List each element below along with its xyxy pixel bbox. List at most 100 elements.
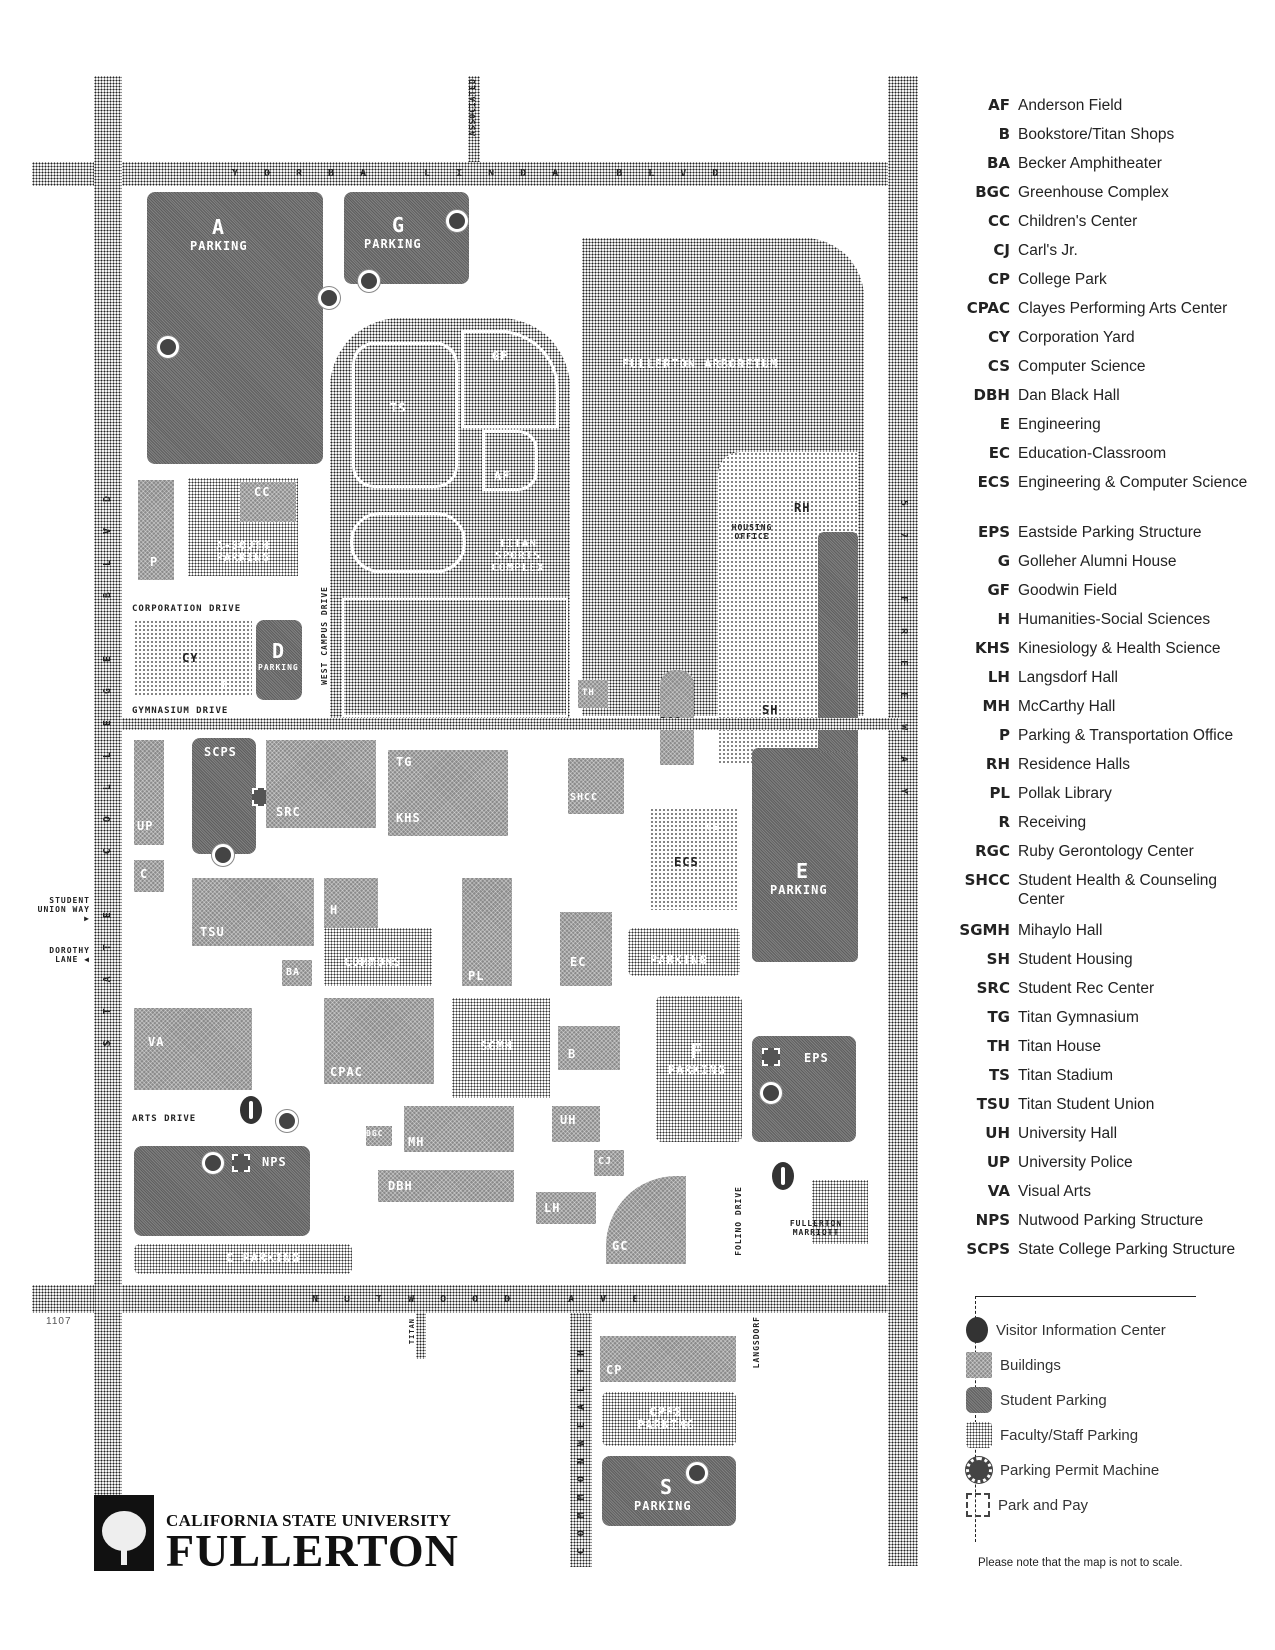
th-label: TH xyxy=(582,688,595,698)
permit-machine-icon[interactable] xyxy=(157,336,179,358)
legend-code: RH xyxy=(985,755,1010,773)
folino-drive-label: FOLINO DRIVE xyxy=(734,1186,743,1256)
key-label: Faculty/Staff Parking xyxy=(1000,1426,1139,1444)
legend-item: SH Student Housing xyxy=(900,950,1275,979)
legend-item: CY Corporation Yard xyxy=(900,328,1275,357)
dorothy-lane-label: DOROTHY LANE ◀ xyxy=(49,946,90,964)
park-and-pay-icon[interactable] xyxy=(232,1154,250,1172)
legend-item: H Humanities-Social Sciences xyxy=(900,610,1275,639)
info-icon[interactable] xyxy=(772,1162,794,1190)
legend-code: BGC xyxy=(975,183,1010,201)
tree-logo-icon xyxy=(94,1495,154,1571)
west-campus-drive-label: WEST CAMPUS DRIVE xyxy=(320,586,329,685)
park-and-pay-icon xyxy=(966,1493,990,1517)
campus-map[interactable]: YORBA LINDA BLVD NUTWOOD AVE STATE COLLE… xyxy=(0,0,918,1650)
legend-name: Student Housing xyxy=(1018,951,1133,968)
lh-label: LH xyxy=(544,1201,561,1215)
legend-name: University Police xyxy=(1018,1154,1133,1171)
legend-code: PL xyxy=(989,784,1010,802)
legend-code: SCPS xyxy=(966,1240,1010,1258)
legend-item: RH Residence Halls xyxy=(900,755,1275,784)
permit-machine-icon[interactable] xyxy=(202,1152,224,1174)
legend-item: GF Goodwin Field xyxy=(900,581,1275,610)
permit-machine-icon[interactable] xyxy=(212,844,234,866)
gf-label: GF xyxy=(492,349,509,363)
permit-machine-icon[interactable] xyxy=(446,210,468,232)
legend-code: EC xyxy=(988,444,1010,462)
sgmh-label: SGMH xyxy=(480,1039,513,1053)
legend-name: Titan Gymnasium xyxy=(1018,1009,1139,1026)
legend-item: AF Anderson Field xyxy=(900,96,1275,125)
permit-machine-icon[interactable] xyxy=(760,1082,782,1104)
legend-item: P Parking & Transportation Office xyxy=(900,726,1275,755)
af-label: AF xyxy=(494,469,511,483)
csuf-logo: CALIFORNIA STATE UNIVERSITY FULLERTON xyxy=(94,1495,459,1574)
legend-name: Receiving xyxy=(1018,814,1087,831)
legend-code: B xyxy=(998,125,1010,143)
legend-code: MH xyxy=(982,697,1010,715)
p-label: P xyxy=(150,555,159,569)
d-parking-letter: D xyxy=(272,639,286,663)
permit-machine-icon xyxy=(966,1457,992,1483)
legend-item: BGC Greenhouse Complex xyxy=(900,183,1275,212)
gymnasium-drive-label: GYMNASIUM DRIVE xyxy=(132,706,229,716)
legend-item: CC Children's Center xyxy=(900,212,1275,241)
legend-code: RGC xyxy=(975,842,1010,860)
info-icon[interactable] xyxy=(240,1096,262,1124)
arboretum-label: FULLERTON ARBORETUM xyxy=(622,357,779,371)
key-row-permit-machine: Parking Permit Machine xyxy=(966,1455,1159,1485)
legend-name: University Hall xyxy=(1018,1125,1118,1142)
info-icon xyxy=(966,1317,988,1343)
commonwealth-label: COMMONWEALTH xyxy=(576,1338,587,1555)
ec-label: EC xyxy=(570,955,587,969)
shcc-building[interactable] xyxy=(568,758,624,814)
key-label: Park and Pay xyxy=(998,1496,1089,1514)
legend-name: Student Rec Center xyxy=(1018,980,1155,997)
legend-item: KHS Kinesiology & Health Science xyxy=(900,639,1275,668)
track[interactable] xyxy=(350,512,466,573)
permit-machine-icon[interactable] xyxy=(358,270,380,292)
eps-label: EPS xyxy=(804,1051,829,1065)
e-parking[interactable] xyxy=(752,748,858,962)
commons-label: COMMONS xyxy=(344,955,402,969)
khs-label: KHS xyxy=(396,811,421,825)
e-parking-text: PARKING xyxy=(770,883,828,897)
legend-name: Nutwood Parking Structure xyxy=(1018,1212,1204,1229)
s-parking-text: PARKING xyxy=(634,1499,692,1513)
legend-item: CS Computer Science xyxy=(900,357,1275,386)
a-parking[interactable] xyxy=(147,192,323,464)
legend-name: Children's Center xyxy=(1018,213,1138,230)
legend-item: TG Titan Gymnasium xyxy=(900,1008,1275,1037)
f-parking-letter: F xyxy=(690,1039,704,1063)
permit-machine-icon[interactable] xyxy=(686,1462,708,1484)
cy-label: CY xyxy=(182,651,199,665)
legend-item: ECS Engineering & Computer Science xyxy=(900,473,1275,523)
permit-machine-icon[interactable] xyxy=(318,287,340,309)
gymnasium-drive xyxy=(122,718,900,730)
cc-label: CC xyxy=(254,485,271,499)
nutwood-label: NUTWOOD AVE xyxy=(312,1294,665,1305)
legend-name: Goodwin Field xyxy=(1018,582,1118,599)
legend-code: VA xyxy=(987,1182,1010,1200)
legend-code: AF xyxy=(988,96,1010,114)
permit-machine-icon[interactable] xyxy=(276,1110,298,1132)
i-parking[interactable] xyxy=(628,928,740,976)
bgc-label: BGC xyxy=(366,1129,384,1138)
legend-name: Student Health & Counseling Center xyxy=(1018,872,1218,908)
legend-name: Greenhouse Complex xyxy=(1018,184,1169,201)
legend-name: Titan Stadium xyxy=(1018,1067,1114,1084)
cpfs-label: CPFS PARKING xyxy=(637,1405,695,1433)
legend-code: CS xyxy=(987,357,1010,375)
legend-code: CY xyxy=(988,328,1010,346)
legend-code: TS xyxy=(988,1066,1010,1084)
key-row-faculty-parking: Faculty/Staff Parking xyxy=(966,1420,1139,1450)
legend-name: Titan Student Union xyxy=(1018,1096,1155,1113)
legend-name: Pollak Library xyxy=(1018,785,1112,802)
tg-label: TG xyxy=(396,755,413,769)
c-building[interactable] xyxy=(134,860,164,892)
ec-building[interactable] xyxy=(560,912,612,986)
park-and-pay-icon[interactable] xyxy=(762,1048,780,1066)
titan-road xyxy=(416,1313,426,1359)
gc-label: GC xyxy=(612,1239,629,1253)
legend-name: Bookstore/Titan Shops xyxy=(1018,126,1175,143)
